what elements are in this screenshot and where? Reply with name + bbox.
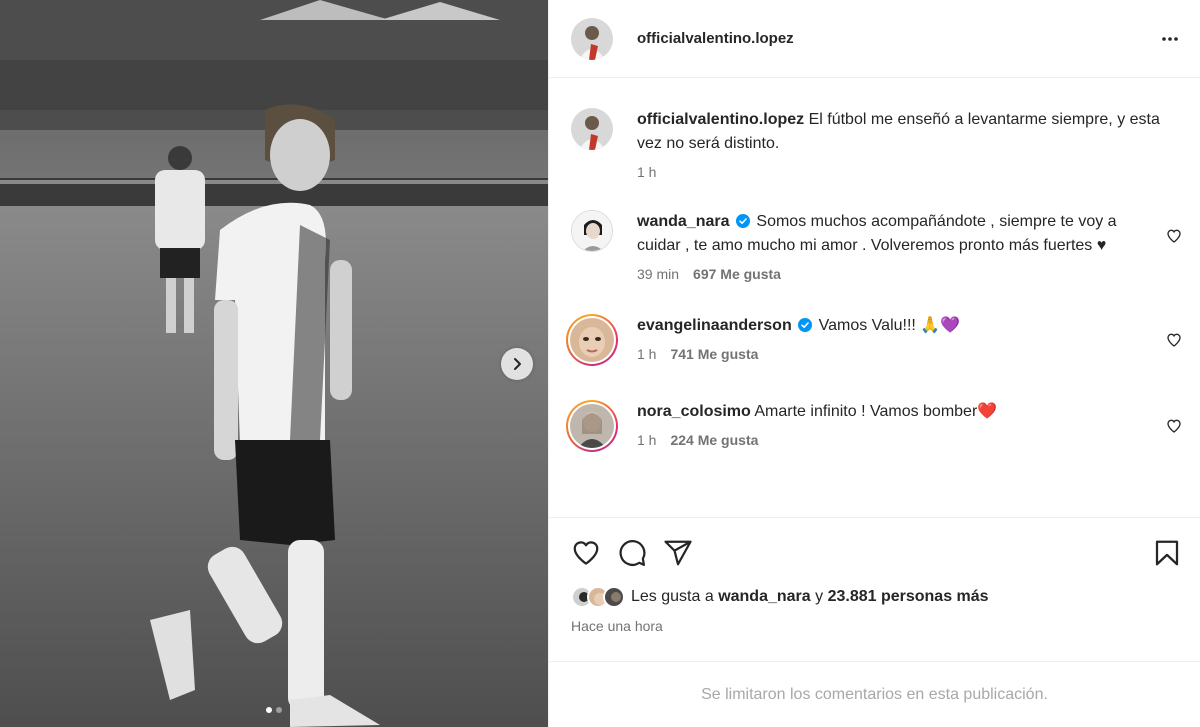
- chevron-right-icon: [514, 358, 521, 370]
- post-media: [0, 0, 548, 727]
- comment-item: evangelinaanderson Vamos Valu!!! 🙏💜 1 h …: [566, 314, 1182, 366]
- liker-avatar: [603, 586, 625, 608]
- post-header: officialvalentino.lopez: [549, 0, 1200, 78]
- likes-count[interactable]: 23.881 personas más: [828, 588, 989, 606]
- carousel-indicator: [0, 707, 548, 713]
- likes-connector: y: [815, 588, 824, 605]
- comments-list: officialvalentino.lopez El fútbol me ens…: [549, 78, 1200, 517]
- verified-badge-icon: [798, 318, 813, 332]
- more-options-button[interactable]: [1158, 27, 1182, 51]
- post-photo: [0, 0, 548, 727]
- like-comment-button[interactable]: [1166, 228, 1182, 248]
- carousel-dot-active: [266, 707, 272, 713]
- caption-time[interactable]: 1 h: [637, 164, 656, 180]
- likes-summary: Les gusta a wanda_nara y 23.881 personas…: [571, 586, 1182, 608]
- comment-username[interactable]: wanda_nara: [637, 213, 729, 230]
- heart-icon: [573, 541, 599, 565]
- author-avatar[interactable]: [571, 108, 613, 150]
- comment-username[interactable]: nora_colosimo: [637, 403, 751, 420]
- heart-icon: [1167, 229, 1181, 243]
- likes-prefix: Les gusta a: [631, 588, 714, 605]
- more-horizontal-icon: [1162, 36, 1178, 41]
- comment-time[interactable]: 39 min: [637, 266, 679, 282]
- comment-button[interactable]: [617, 538, 647, 568]
- comment-time[interactable]: 1 h: [637, 346, 656, 362]
- share-icon: [664, 540, 692, 566]
- comment-item: nora_colosimo Amarte infinito ! Vamos bo…: [566, 400, 1182, 452]
- header-username[interactable]: officialvalentino.lopez: [637, 30, 794, 47]
- comment-likes[interactable]: 741 Me gusta: [670, 346, 758, 362]
- post-timestamp[interactable]: Hace una hora: [571, 618, 1182, 634]
- like-comment-button[interactable]: [1166, 332, 1182, 352]
- comment-username[interactable]: evangelinaanderson: [637, 317, 792, 334]
- comment-text: Vamos Valu!!! 🙏💜: [818, 317, 961, 334]
- likes-user[interactable]: wanda_nara: [718, 588, 810, 606]
- comment-likes[interactable]: 224 Me gusta: [670, 432, 758, 448]
- story-ring[interactable]: [566, 400, 618, 452]
- action-bar: [571, 538, 1182, 568]
- post-actions-area: Les gusta a wanda_nara y 23.881 personas…: [549, 517, 1200, 661]
- post-panel: officialvalentino.lopez officialvalentin…: [548, 0, 1200, 727]
- commenter-avatar: [570, 404, 614, 448]
- save-button[interactable]: [1152, 538, 1182, 568]
- caption-username[interactable]: officialvalentino.lopez: [637, 111, 804, 128]
- comment-item: wanda_nara Somos muchos acompañándote , …: [571, 210, 1182, 282]
- comment-icon: [619, 539, 646, 566]
- bookmark-icon: [1155, 540, 1179, 566]
- comment-likes[interactable]: 697 Me gusta: [693, 266, 781, 282]
- share-button[interactable]: [663, 538, 693, 568]
- carousel-dot: [276, 707, 282, 713]
- comments-limited-text: Se limitaron los comentarios en esta pub…: [701, 685, 1048, 703]
- commenter-avatar[interactable]: [571, 210, 613, 252]
- commenter-avatar: [570, 318, 614, 362]
- post-dialog: officialvalentino.lopez officialvalentin…: [0, 0, 1200, 727]
- story-ring[interactable]: [566, 314, 618, 366]
- like-button[interactable]: [571, 538, 601, 568]
- verified-badge-icon: [735, 214, 750, 228]
- post-caption: officialvalentino.lopez El fútbol me ens…: [571, 108, 1182, 180]
- comment-text: Amarte infinito ! Vamos bomber❤️: [754, 403, 998, 420]
- carousel-next-button[interactable]: [501, 348, 533, 380]
- heart-icon: [1167, 333, 1181, 347]
- comment-time[interactable]: 1 h: [637, 432, 656, 448]
- like-comment-button[interactable]: [1166, 418, 1182, 438]
- heart-icon: [1167, 419, 1181, 433]
- comments-limited-notice: Se limitaron los comentarios en esta pub…: [549, 661, 1200, 727]
- liker-avatars: [571, 586, 625, 608]
- author-avatar[interactable]: [571, 17, 613, 60]
